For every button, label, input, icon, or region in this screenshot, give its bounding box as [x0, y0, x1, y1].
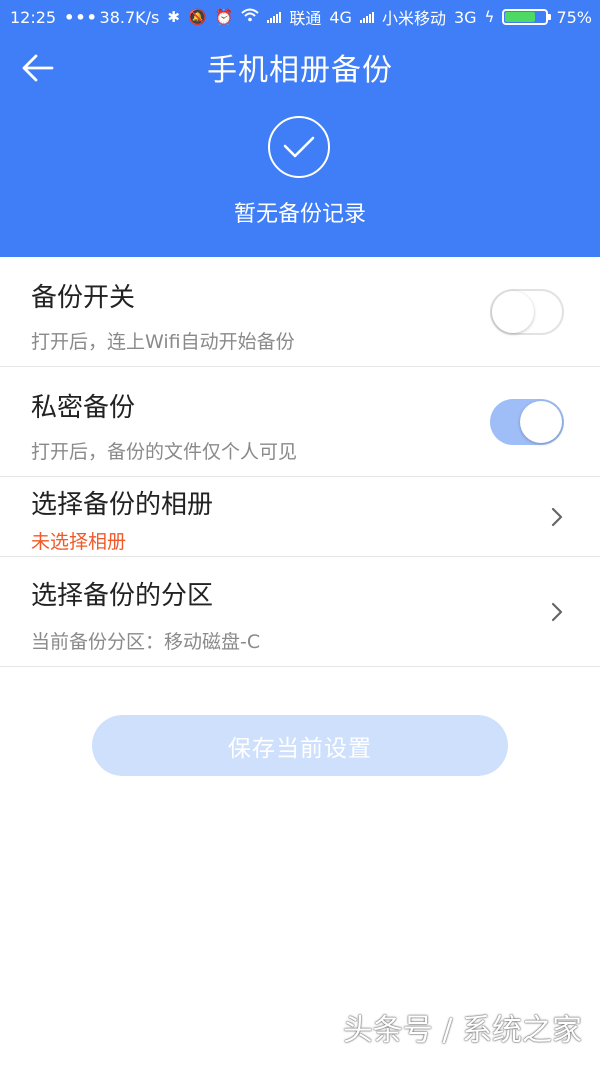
private-backup-description: 打开后，备份的文件仅个人可见 — [31, 441, 298, 463]
chevron-right-icon — [551, 602, 563, 622]
select-album-label: 选择备份的相册 — [31, 490, 214, 520]
signal-icon-2 — [359, 11, 374, 23]
backup-switch-label: 备份开关 — [31, 283, 136, 313]
private-backup-toggle[interactable] — [490, 399, 564, 445]
toggle-knob — [520, 401, 562, 443]
charging-bolt-icon: ϟ — [484, 8, 495, 26]
select-partition-row[interactable]: 选择备份的分区 当前备份分区：移动磁盘-C — [0, 557, 600, 667]
network-type-1: 4G — [329, 7, 352, 27]
carrier-2: 小米移动 — [381, 9, 446, 28]
toggle-knob — [492, 291, 534, 333]
alarm-icon: ⏰ — [214, 8, 234, 26]
select-partition-label: 选择备份的分区 — [31, 581, 214, 611]
page-title: 手机相册备份 — [207, 53, 393, 88]
backup-switch-toggle[interactable] — [490, 289, 564, 335]
network-type-2: 3G — [453, 7, 477, 27]
status-bar: 12:25 ••• 38.7K/s ✱ 🔕 ⏰ 联通 4G 小米移动 3G ϟ … — [0, 0, 600, 34]
select-partition-value: 当前备份分区：移动磁盘-C — [31, 631, 261, 653]
select-album-value: 未选择相册 — [31, 531, 127, 553]
checkmark-circle-icon — [268, 116, 330, 178]
header-bar: 12:25 ••• 38.7K/s ✱ 🔕 ⏰ 联通 4G 小米移动 3G ϟ … — [0, 0, 600, 257]
battery-icon — [502, 9, 552, 25]
settings-list: 备份开关 打开后，连上Wifi自动开始备份 私密备份 打开后，备份的文件仅个人可… — [0, 257, 600, 667]
save-settings-button[interactable]: 保存当前设置 — [92, 715, 508, 776]
bluetooth-icon: ✱ — [167, 8, 180, 26]
battery-percent: 75% — [556, 7, 592, 27]
backup-switch-row: 备份开关 打开后，连上Wifi自动开始备份 — [0, 257, 600, 367]
private-backup-label: 私密备份 — [31, 393, 136, 423]
chevron-right-icon — [551, 507, 563, 527]
private-backup-row: 私密备份 打开后，备份的文件仅个人可见 — [0, 367, 600, 477]
watermark: 头条号 / 系统之家 — [342, 1013, 582, 1048]
mute-bell-icon: 🔕 — [187, 8, 207, 26]
backup-status-text: 暂无备份记录 — [233, 202, 366, 227]
select-album-row[interactable]: 选择备份的相册 未选择相册 — [0, 477, 600, 557]
wifi-icon — [241, 8, 260, 26]
notification-dots-icon: ••• — [64, 7, 98, 27]
status-time: 12:25 — [10, 7, 57, 27]
signal-icon — [267, 11, 282, 23]
backup-switch-description: 打开后，连上Wifi自动开始备份 — [31, 331, 295, 353]
carrier-1: 联通 — [289, 9, 322, 28]
network-speed: 38.7K/s — [99, 7, 160, 27]
